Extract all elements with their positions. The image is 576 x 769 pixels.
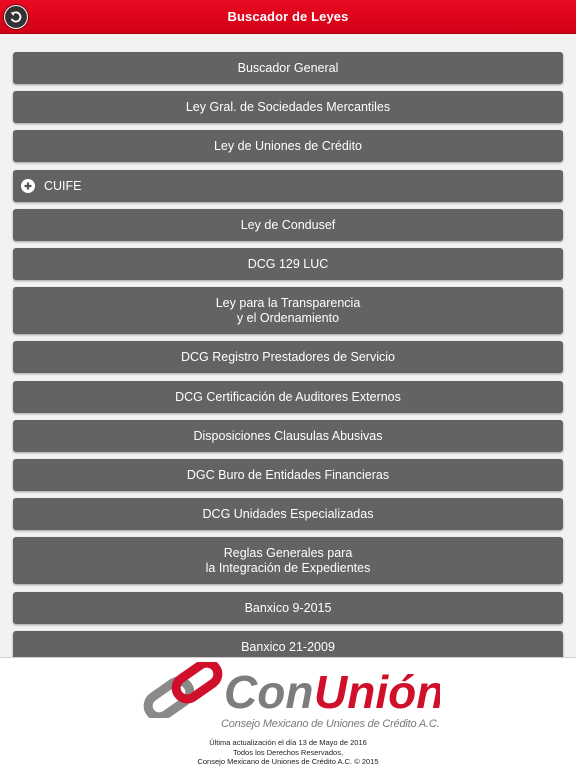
menu-item-cuife[interactable]: CUIFE [13, 170, 563, 202]
menu-item-label-line: y el Ordenamiento [236, 310, 340, 325]
menu-item-label-line: Reglas Generales para [223, 545, 353, 560]
copyright-text: Consejo Mexicano de Uniones de Crédito A… [197, 757, 379, 766]
menu-item-dcg-registro-prestadores[interactable]: DCG Registro Prestadores de Servicio [13, 341, 563, 373]
menu-item-ley-sociedades-mercantiles[interactable]: Ley Gral. de Sociedades Mercantiles [13, 91, 563, 123]
menu-item-buscador-general[interactable]: Buscador General [13, 52, 563, 84]
menu-item-ley-transparencia[interactable]: Ley para la Transparencia y el Ordenamie… [13, 287, 563, 334]
menu-item-label: DCG Registro Prestadores de Servicio [181, 349, 395, 364]
rights-text: Todos los Derechos Reservados, [232, 747, 344, 757]
page-title: Buscador de Leyes [227, 9, 349, 24]
menu-item-dcg-129-luc[interactable]: DCG 129 LUC [13, 248, 563, 280]
menu-item-disposiciones-clausulas[interactable]: Disposiciones Clausulas Abusivas [13, 420, 563, 452]
back-button[interactable] [4, 5, 28, 29]
law-list[interactable]: Buscador General Ley Gral. de Sociedades… [0, 34, 576, 657]
logo-subtitle: Consejo Mexicano de Uniones de Crédito A… [221, 718, 440, 730]
menu-item-label: Ley de Uniones de Crédito [213, 138, 362, 153]
menu-item-label: CUIFE [44, 178, 82, 193]
menu-item-label: DCG Unidades Especializadas [202, 506, 374, 521]
menu-item-ley-condusef[interactable]: Ley de Condusef [13, 209, 563, 241]
logo-text-union: Unión [314, 666, 440, 718]
menu-item-banxico-21-2009[interactable]: Banxico 21-2009 [13, 631, 563, 657]
menu-item-label: Buscador General [237, 60, 339, 75]
menu-item-label-line: Ley para la Transparencia [215, 295, 361, 310]
menu-item-label: DGC Buro de Entidades Financieras [186, 467, 390, 482]
conunion-logo: Con Unión [143, 662, 440, 718]
last-update-text: Última actualización el día 13 de Mayo d… [209, 738, 367, 747]
back-arrow-icon [10, 11, 22, 23]
menu-item-label: DCG Certificación de Auditores Externos [175, 389, 401, 404]
logo-text-con: Con [224, 666, 313, 718]
menu-item-label: Ley para la Transparencia y el Ordenamie… [216, 296, 361, 326]
menu-item-banxico-9-2015[interactable]: Banxico 9-2015 [13, 592, 563, 624]
menu-item-label: Ley Gral. de Sociedades Mercantiles [185, 99, 391, 114]
menu-item-label: Banxico 21-2009 [241, 639, 335, 654]
menu-item-ley-uniones-credito[interactable]: Ley de Uniones de Crédito [13, 130, 563, 162]
menu-item-label: Ley de Condusef [240, 217, 336, 232]
chain-link-icon [143, 662, 223, 718]
footer-info: Última actualización el día 13 de Mayo d… [0, 738, 576, 767]
menu-item-label: Banxico 9-2015 [244, 600, 332, 615]
menu-item-label: Reglas Generales para la Integración de … [206, 546, 371, 576]
menu-item-dcg-certificacion-auditores[interactable]: DCG Certificación de Auditores Externos [13, 381, 563, 413]
menu-item-label-line: la Integración de Expedientes [205, 560, 371, 575]
menu-item-reglas-generales[interactable]: Reglas Generales para la Integración de … [13, 537, 563, 584]
menu-item-dcg-unidades-especializadas[interactable]: DCG Unidades Especializadas [13, 498, 563, 530]
app-header: Buscador de Leyes [0, 0, 576, 34]
menu-item-label: Disposiciones Clausulas Abusivas [193, 428, 383, 443]
menu-item-dgc-buro-entidades[interactable]: DGC Buro de Entidades Financieras [13, 459, 563, 491]
footer: Con Unión Consejo Mexicano de Uniones de… [0, 657, 576, 769]
plus-icon [21, 179, 35, 193]
menu-item-label: DCG 129 LUC [247, 256, 329, 271]
